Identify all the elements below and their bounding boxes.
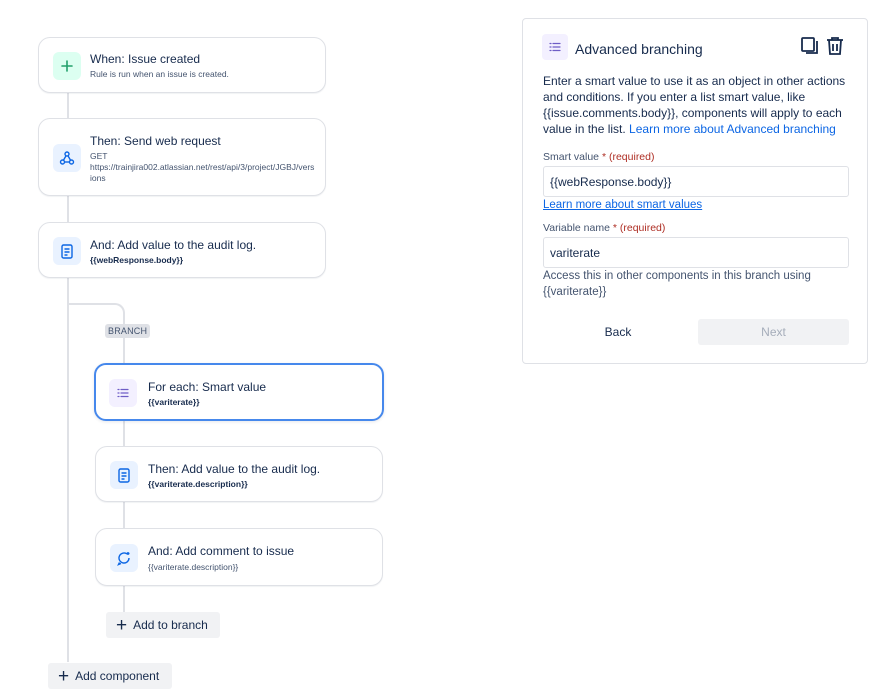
list-icon — [109, 379, 137, 407]
add-component-label: Add component — [75, 669, 160, 683]
trigger-title: When: Issue created — [90, 52, 201, 66]
web-request-url: https://trainjira002.atlassian.net/rest/… — [90, 162, 315, 183]
trigger-subtitle: Rule is run when an issue is created. — [90, 69, 229, 79]
web-request-title: Then: Send web request — [90, 134, 221, 148]
add-to-branch-label: Add to branch — [133, 618, 208, 632]
branch-comment-card[interactable]: And: Add comment to issue {{variterate.d… — [95, 528, 383, 586]
panel-description: Enter a smart value to use it as an obje… — [543, 73, 855, 137]
copy-icon[interactable] — [799, 35, 821, 57]
audit-log-card[interactable]: And: Add value to the audit log. {{webRe… — [38, 222, 326, 278]
smart-value-input[interactable]: {{webResponse.body}} — [543, 166, 849, 197]
advanced-branching-panel: Advanced branching Enter a smart value t… — [522, 18, 868, 364]
smart-values-link[interactable]: Learn more about smart values — [543, 197, 702, 213]
branch-audit-log-card[interactable]: Then: Add value to the audit log. {{vari… — [95, 446, 383, 502]
variable-name-label: Variable name * (required) — [543, 222, 665, 234]
branch-comment-title: And: Add comment to issue — [148, 544, 295, 558]
branch-label: BRANCH — [105, 324, 151, 338]
branch-comment-value: {{variterate.description}} — [148, 562, 239, 572]
required-marker: * — [609, 222, 617, 234]
smart-value-required: (required) — [608, 151, 655, 163]
smart-value-label: Smart value * (required) — [543, 151, 655, 163]
branch-connector-horizontal — [67, 303, 111, 305]
variable-name-label-text: Variable name — [543, 222, 610, 234]
branch-audit-title: Then: Add value to the audit log. — [148, 462, 321, 476]
trash-icon[interactable] — [824, 35, 846, 57]
panel-title: Advanced branching — [575, 41, 703, 57]
required-marker: * — [599, 151, 607, 163]
audit-log-title: And: Add value to the audit log. — [90, 238, 257, 252]
plus-icon: + — [116, 614, 128, 636]
next-button[interactable]: Next — [698, 319, 849, 345]
branch-audit-value: {{variterate.description}} — [148, 479, 248, 489]
web-request-card[interactable]: Then: Send web request GET https://train… — [38, 118, 326, 196]
add-component-button[interactable]: + Add component — [48, 663, 172, 689]
for-each-title: For each: Smart value — [148, 380, 267, 394]
branch-connector-curve — [109, 303, 125, 319]
document-icon — [53, 237, 81, 265]
for-each-value: {{variterate}} — [148, 397, 200, 407]
audit-log-value: {{webResponse.body}} — [90, 255, 184, 265]
list-icon — [542, 34, 568, 60]
plus-icon — [53, 52, 81, 80]
plus-icon: + — [58, 665, 70, 687]
variable-help-line2: {{variterate}} — [543, 286, 607, 298]
advanced-branching-link[interactable]: Learn more about Advanced branching — [629, 122, 836, 136]
variable-name-required: (required) — [619, 222, 666, 234]
comment-icon — [110, 544, 138, 572]
trigger-card[interactable]: When: Issue created Rule is run when an … — [38, 37, 326, 93]
variable-name-input[interactable]: variterate — [543, 237, 849, 268]
webhook-icon — [53, 144, 81, 172]
document-icon — [110, 461, 138, 489]
add-to-branch-button[interactable]: + Add to branch — [106, 612, 220, 638]
web-request-method: GET — [90, 151, 108, 161]
variable-help-line1: Access this in other components in this … — [543, 270, 811, 282]
back-button[interactable]: Back — [543, 319, 693, 345]
smart-value-label-text: Smart value — [543, 151, 600, 163]
for-each-card[interactable]: For each: Smart value {{variterate}} — [94, 363, 384, 421]
